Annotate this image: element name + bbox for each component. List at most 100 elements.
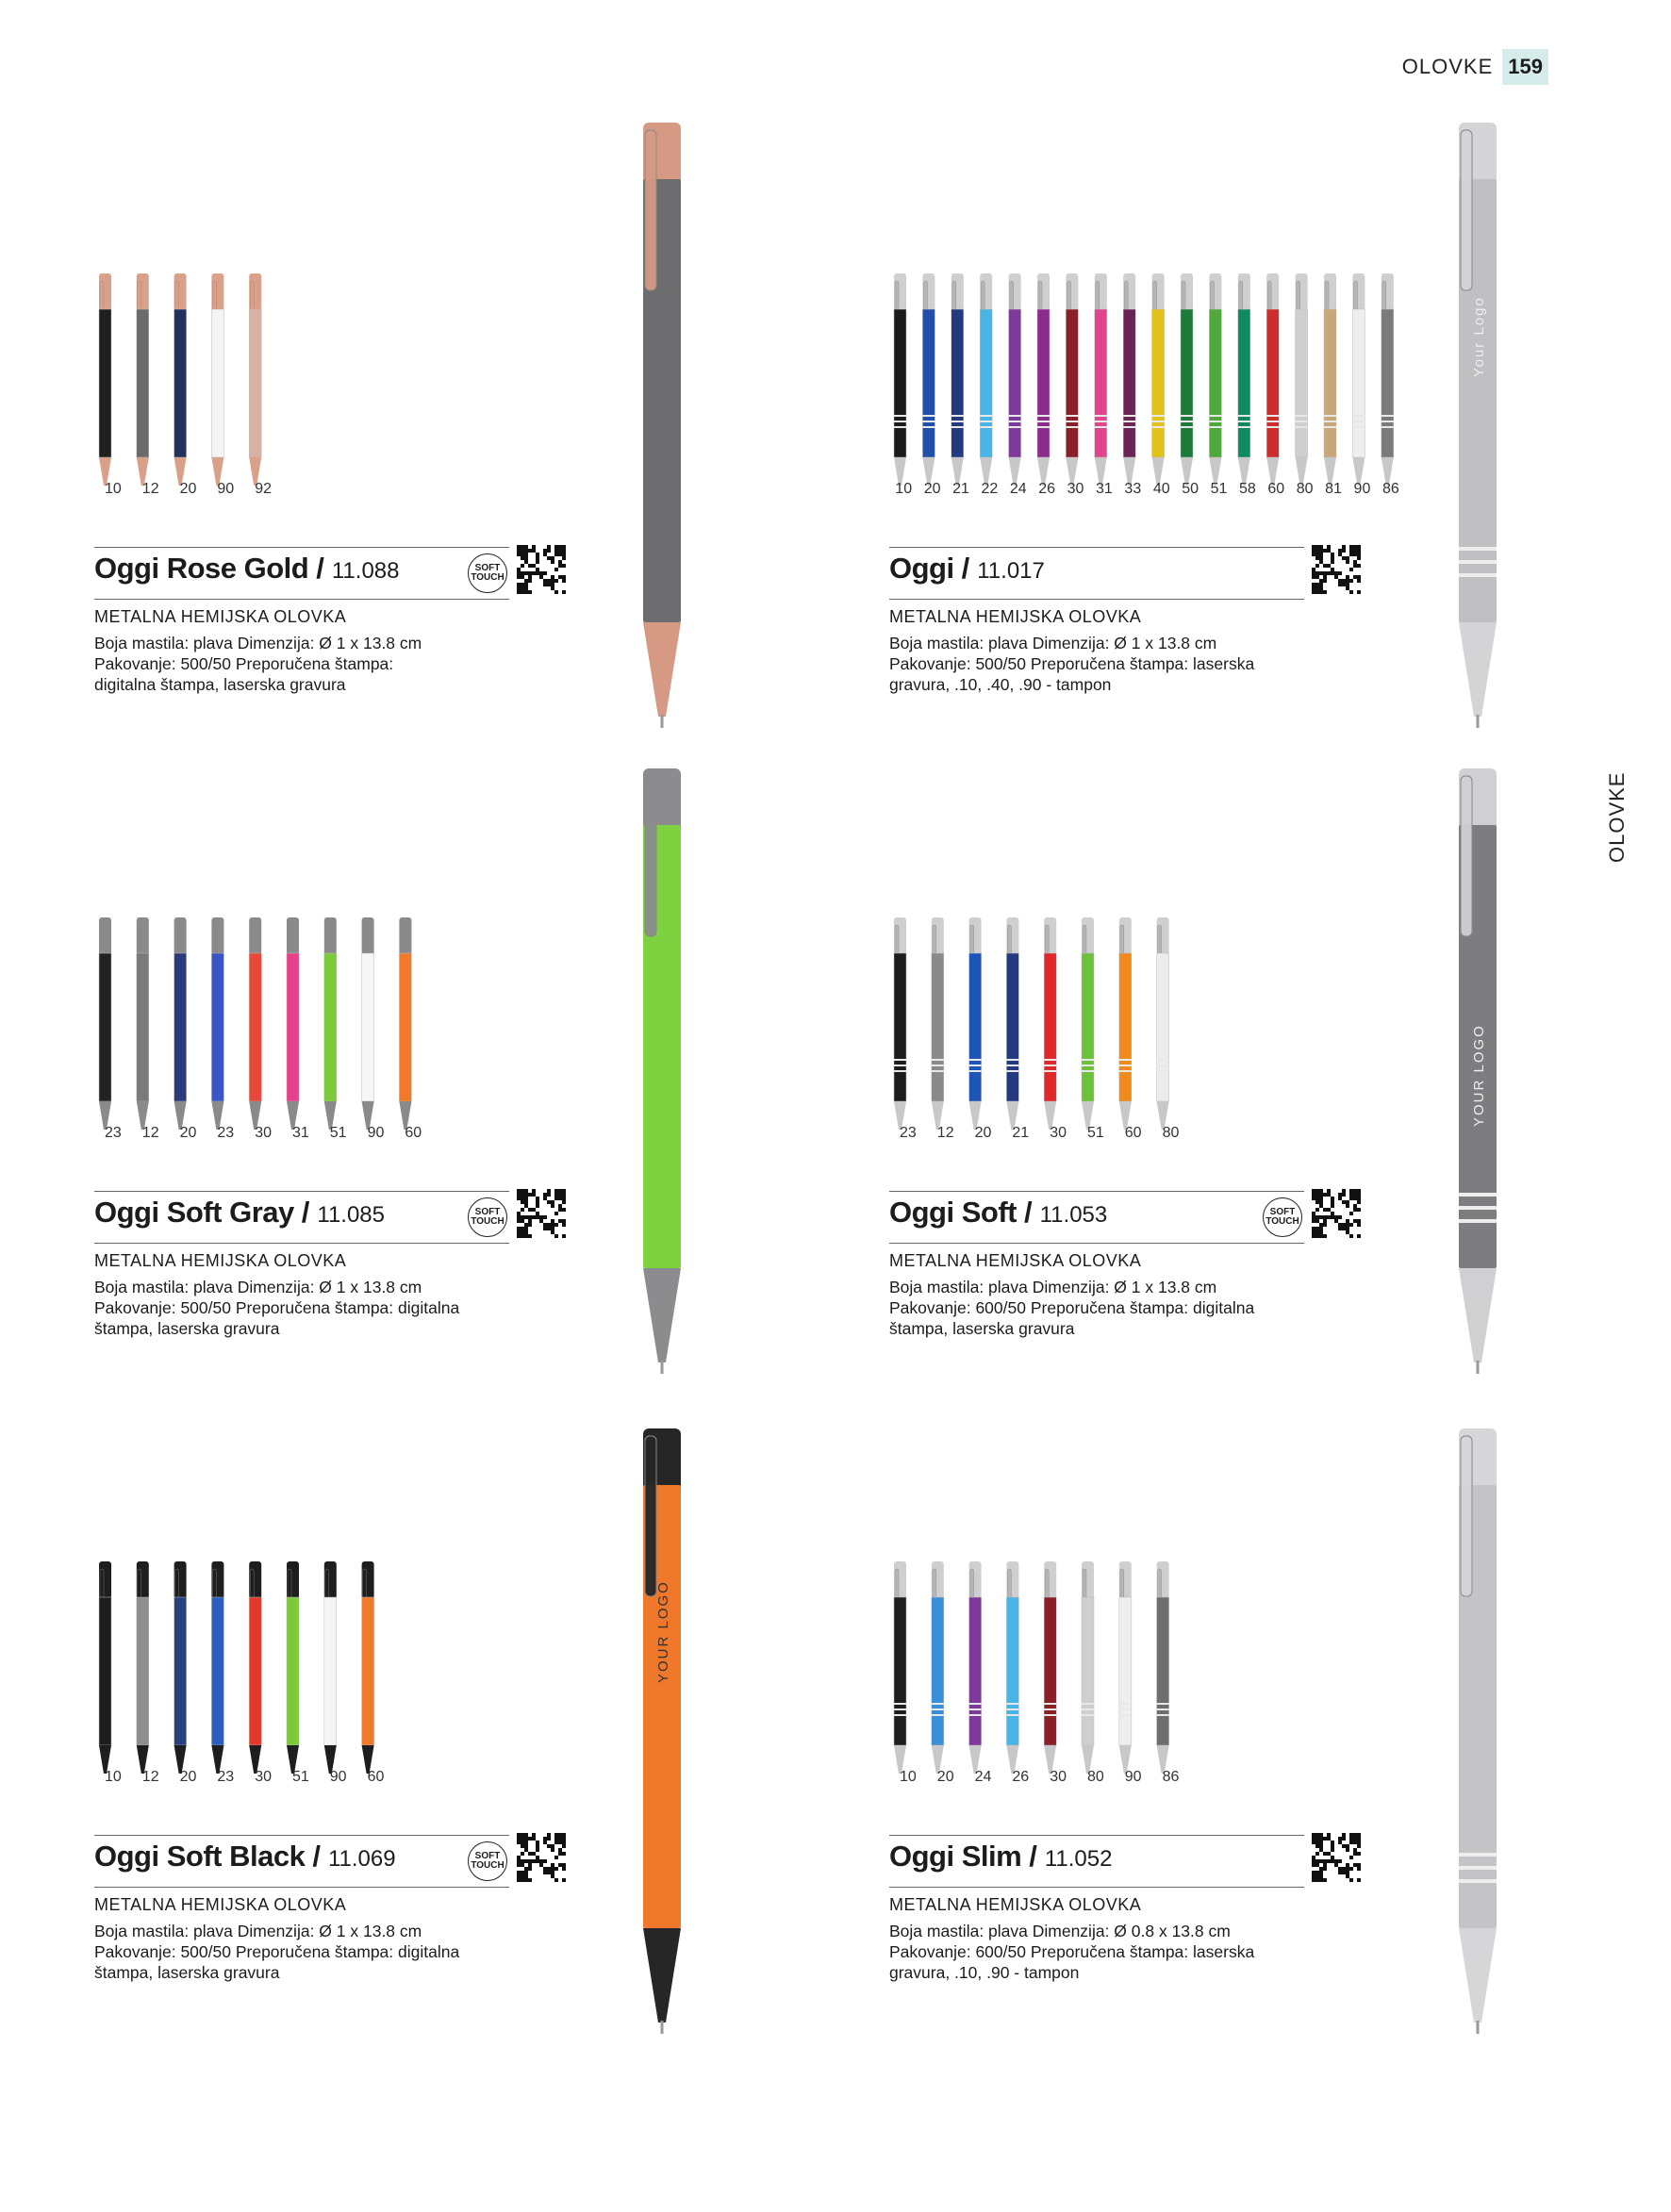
- color-code: 80: [1296, 481, 1314, 497]
- product-soft-black: 10 12 20 23 30 51 90 60 Oggi Soft Black/11.069 SO…: [94, 1561, 896, 2212]
- section-title: OLOVKE: [1401, 55, 1494, 78]
- pen-swatch: [893, 1561, 907, 1774]
- product-description: Boja mastila: plava Dimenzija: Ø 1 x 13.…: [94, 1277, 509, 1339]
- color-codes: 23 12 20 23 30 31 51 90 60: [94, 1125, 432, 1142]
- hero-pen-illustration: [643, 123, 681, 728]
- product-type: METALNA HEMIJSKA OLOVKA: [94, 1251, 347, 1270]
- qr-code-icon[interactable]: [517, 1833, 566, 1882]
- description-line: Pakovanje: 500/50 Preporučena štampa: la…: [889, 654, 1255, 673]
- product-type: METALNA HEMIJSKA OLOVKA: [889, 1251, 1142, 1270]
- product-code: 11.069: [327, 1846, 396, 1872]
- title-separator: /: [1029, 1840, 1037, 1873]
- color-code: 80: [1162, 1125, 1180, 1141]
- product-info: Oggi Soft Black/11.069 SOFT TOUCH METALNA H…: [94, 1835, 509, 1983]
- product-description: Boja mastila: plava Dimenzija: Ø 1 x 13.…: [94, 633, 509, 695]
- product-type: METALNA HEMIJSKA OLOVKA: [889, 1895, 1142, 1914]
- description-line: gravura, .10, .40, .90 - tampon: [889, 675, 1112, 694]
- product-soft-gray: 23 12 20 23 30 31 51 90 60 Oggi Soft Gray/ 11.085 S…: [94, 917, 896, 1568]
- pen-swatch: [211, 1561, 224, 1774]
- pen-swatch: [951, 273, 965, 486]
- color-code: 51: [329, 1125, 347, 1141]
- color-code: 10: [105, 481, 122, 497]
- pen-swatch: [1156, 1561, 1169, 1774]
- description-line: Pakovanje: 600/50 Preporučena štampa: di…: [889, 1298, 1255, 1317]
- color-code: 20: [179, 1125, 197, 1141]
- color-swatches: [94, 917, 622, 1144]
- qr-code-icon[interactable]: [517, 545, 566, 594]
- color-code: 30: [1050, 1769, 1067, 1785]
- qr-code-icon[interactable]: [1312, 1189, 1361, 1238]
- color-swatches: [94, 1561, 622, 1788]
- title-separator: /: [316, 552, 324, 585]
- description-line: Boja mastila: plava Dimenzija: Ø 0.8 x 1…: [889, 1922, 1231, 1940]
- color-code: 10: [895, 481, 913, 497]
- pen-swatch: [1151, 273, 1165, 486]
- pen-swatch: [893, 273, 907, 486]
- color-code: 12: [936, 1125, 954, 1141]
- pen-swatches-svg: [98, 1561, 374, 1774]
- qr-code-icon[interactable]: [1312, 1833, 1361, 1882]
- color-code: 20: [923, 481, 941, 497]
- description-line: Boja mastila: plava Dimenzija: Ø 1 x 13.…: [94, 1922, 422, 1940]
- product-title-row: Oggi Soft Gray/ 11.085 SOFT TOUCH: [94, 1192, 509, 1244]
- product-type: METALNA HEMIJSKA OLOVKA: [889, 607, 1142, 626]
- pen-swatch: [399, 917, 412, 1130]
- product-type: METALNA HEMIJSKA OLOVKA: [94, 607, 347, 626]
- color-code: 12: [141, 1769, 159, 1785]
- product-code: 11.088: [331, 558, 400, 584]
- color-code: 81: [1325, 481, 1342, 497]
- title-separator: /: [961, 552, 970, 585]
- page-header: OLOVKE 159: [1402, 49, 1548, 85]
- color-code: 21: [952, 481, 969, 497]
- color-code: 60: [1267, 481, 1285, 497]
- product-info: Oggi Soft/11.053 SOFT TOUCH METALNA HEMIJSK…: [889, 1191, 1304, 1339]
- color-code: 86: [1162, 1769, 1180, 1785]
- pen-swatches-svg: [98, 917, 412, 1130]
- product-title-row: Oggi Rose Gold/ 11.088 SOFT TOUCH: [94, 548, 509, 600]
- pen-swatch: [1118, 1561, 1133, 1774]
- color-code: 51: [1210, 481, 1228, 497]
- pen-swatch: [922, 273, 935, 486]
- pen-swatch: [1237, 273, 1251, 486]
- color-codes: 10 20 24 26 30 80 90 86: [889, 1769, 1189, 1786]
- color-code: 86: [1381, 481, 1399, 497]
- color-code: 90: [329, 1769, 347, 1785]
- color-code: 90: [1353, 481, 1371, 497]
- title-separator: /: [301, 1196, 310, 1229]
- product-name: Oggi Soft Black: [94, 1840, 306, 1873]
- product-name: Oggi Rose Gold: [94, 552, 309, 585]
- pen-swatch: [286, 1561, 300, 1774]
- qr-code-icon[interactable]: [1312, 545, 1361, 594]
- pen-swatch: [1043, 1561, 1057, 1774]
- description-line: Pakovanje: 600/50 Preporučena štampa: la…: [889, 1942, 1255, 1961]
- color-code: 30: [1050, 1125, 1067, 1141]
- title-separator: /: [1023, 1196, 1033, 1229]
- qr-code-icon[interactable]: [517, 1189, 566, 1238]
- soft-touch-badge-icon: SOFT TOUCH: [468, 553, 507, 593]
- pen-swatches-svg: [893, 273, 1395, 486]
- description-line: štampa, laserska gravura: [889, 1319, 1075, 1338]
- pen-swatch: [136, 1561, 150, 1774]
- hero-pen: [1448, 1428, 1523, 2065]
- pen-swatch: [1381, 273, 1395, 486]
- page-number: 159: [1502, 49, 1548, 85]
- product-info: Oggi Slim/ 11.052 METALNA HEMIJSKA OLOVKA B…: [889, 1835, 1304, 1983]
- pen-swatch: [1209, 273, 1222, 486]
- hero-pen: YOUR LOGO: [1448, 768, 1523, 1405]
- pen-swatch: [248, 1561, 262, 1774]
- description-line: Pakovanje: 500/50 Preporučena štampa:: [94, 654, 394, 673]
- product-name: Oggi Soft Gray: [94, 1196, 294, 1229]
- product-code: 11.053: [1039, 1202, 1108, 1228]
- color-code: 24: [1009, 481, 1027, 497]
- hero-pen-illustration: [1459, 1428, 1497, 2034]
- product-oggi: 10 20 21 22 24 26 30 31 33 40 50 51 58 60 80 81 90 86 Oggi…: [889, 273, 1671, 924]
- product-name: Oggi Soft: [889, 1196, 1017, 1229]
- pen-swatch: [1295, 273, 1308, 486]
- hero-logo-text: YOUR LOGO: [1471, 1024, 1487, 1127]
- pen-swatches-svg: [893, 1561, 1169, 1774]
- color-code: 20: [974, 1125, 992, 1141]
- color-code: 92: [255, 481, 272, 497]
- color-code: 20: [179, 481, 197, 497]
- product-description: Boja mastila: plava Dimenzija: Ø 1 x 13.…: [889, 1277, 1304, 1339]
- product-description: Boja mastila: plava Dimenzija: Ø 1 x 13.…: [889, 633, 1304, 695]
